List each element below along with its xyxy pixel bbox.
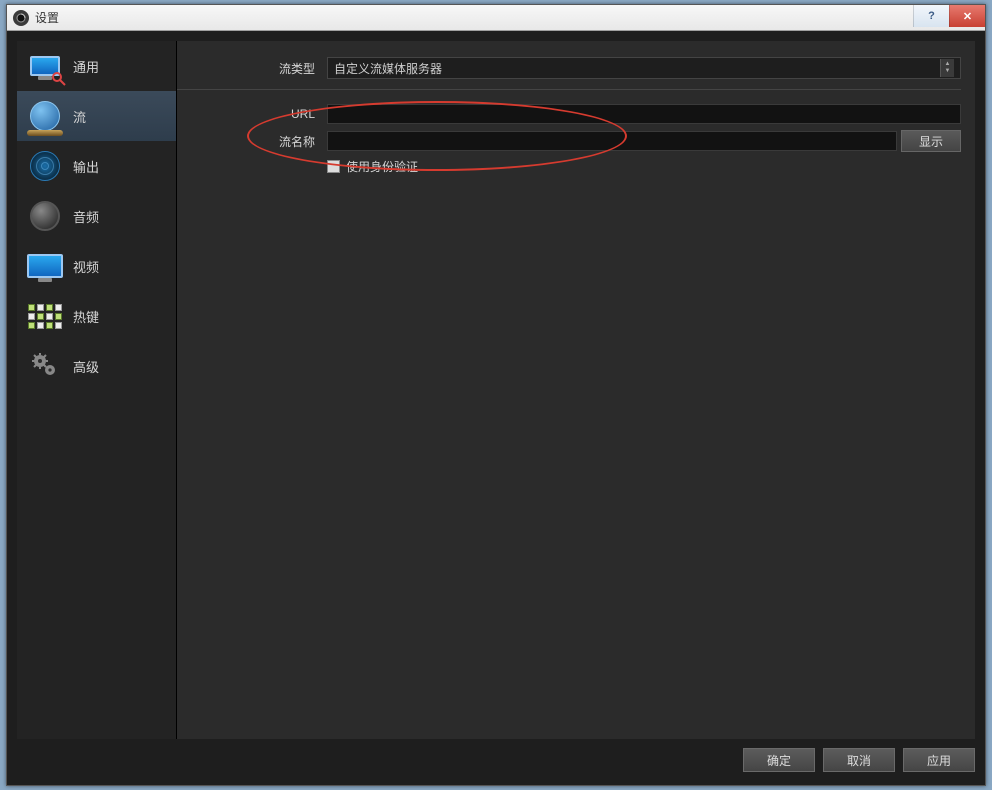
sidebar-item-general[interactable]: 通用 bbox=[17, 41, 176, 91]
help-button[interactable]: ? bbox=[913, 5, 949, 27]
url-input[interactable] bbox=[327, 104, 961, 124]
sidebar-item-label: 视频 bbox=[73, 257, 99, 276]
settings-sidebar: 通用 流 输出 bbox=[17, 41, 177, 739]
sidebar-item-advanced[interactable]: 高级 bbox=[17, 341, 176, 391]
stream-type-row: 流类型 自定义流媒体服务器 ▲▼ bbox=[177, 57, 961, 79]
stream-key-input[interactable] bbox=[327, 131, 897, 151]
use-auth-checkbox[interactable] bbox=[327, 160, 340, 173]
stream-type-select[interactable]: 自定义流媒体服务器 ▲▼ bbox=[327, 57, 961, 79]
stream-type-value: 自定义流媒体服务器 bbox=[334, 60, 442, 77]
use-auth-label: 使用身份验证 bbox=[346, 158, 418, 175]
select-arrows-icon: ▲▼ bbox=[940, 59, 954, 77]
url-row: URL bbox=[177, 104, 961, 124]
sidebar-item-label: 高级 bbox=[73, 357, 99, 376]
audio-icon bbox=[25, 199, 65, 233]
sidebar-item-label: 输出 bbox=[73, 157, 99, 176]
general-icon bbox=[25, 49, 65, 83]
app-icon bbox=[13, 10, 29, 26]
window-controls: ? ✕ bbox=[913, 5, 985, 27]
stream-key-label: 流名称 bbox=[177, 133, 327, 150]
sidebar-item-label: 通用 bbox=[73, 57, 99, 76]
stream-type-label: 流类型 bbox=[177, 60, 327, 77]
sidebar-item-label: 热键 bbox=[73, 307, 99, 326]
cancel-button[interactable]: 取消 bbox=[823, 748, 895, 772]
url-label: URL bbox=[177, 107, 327, 121]
sidebar-item-hotkeys[interactable]: 热键 bbox=[17, 291, 176, 341]
settings-content: 流类型 自定义流媒体服务器 ▲▼ URL bbox=[177, 41, 975, 739]
sidebar-item-label: 音频 bbox=[73, 207, 99, 226]
sidebar-item-label: 流 bbox=[73, 107, 86, 126]
sidebar-item-audio[interactable]: 音频 bbox=[17, 191, 176, 241]
close-button[interactable]: ✕ bbox=[949, 5, 985, 27]
output-icon bbox=[25, 149, 65, 183]
stream-icon bbox=[25, 99, 65, 133]
apply-button[interactable]: 应用 bbox=[903, 748, 975, 772]
advanced-icon bbox=[25, 349, 65, 383]
titlebar[interactable]: 设置 ? ✕ bbox=[7, 5, 985, 31]
use-auth-row[interactable]: 使用身份验证 bbox=[327, 158, 961, 175]
sidebar-item-stream[interactable]: 流 bbox=[17, 91, 176, 141]
window-title: 设置 bbox=[35, 9, 59, 26]
settings-window: 设置 ? ✕ 通用 bbox=[6, 4, 986, 786]
hotkeys-icon bbox=[25, 299, 65, 333]
show-button[interactable]: 显示 bbox=[901, 130, 961, 152]
divider bbox=[177, 89, 961, 90]
ok-button[interactable]: 确定 bbox=[743, 748, 815, 772]
window-body: 通用 流 输出 bbox=[7, 31, 985, 785]
video-icon bbox=[25, 249, 65, 283]
dialog-buttons: 确定 取消 应用 bbox=[17, 739, 975, 775]
sidebar-item-video[interactable]: 视频 bbox=[17, 241, 176, 291]
stream-key-row: 流名称 显示 bbox=[177, 130, 961, 152]
sidebar-item-output[interactable]: 输出 bbox=[17, 141, 176, 191]
